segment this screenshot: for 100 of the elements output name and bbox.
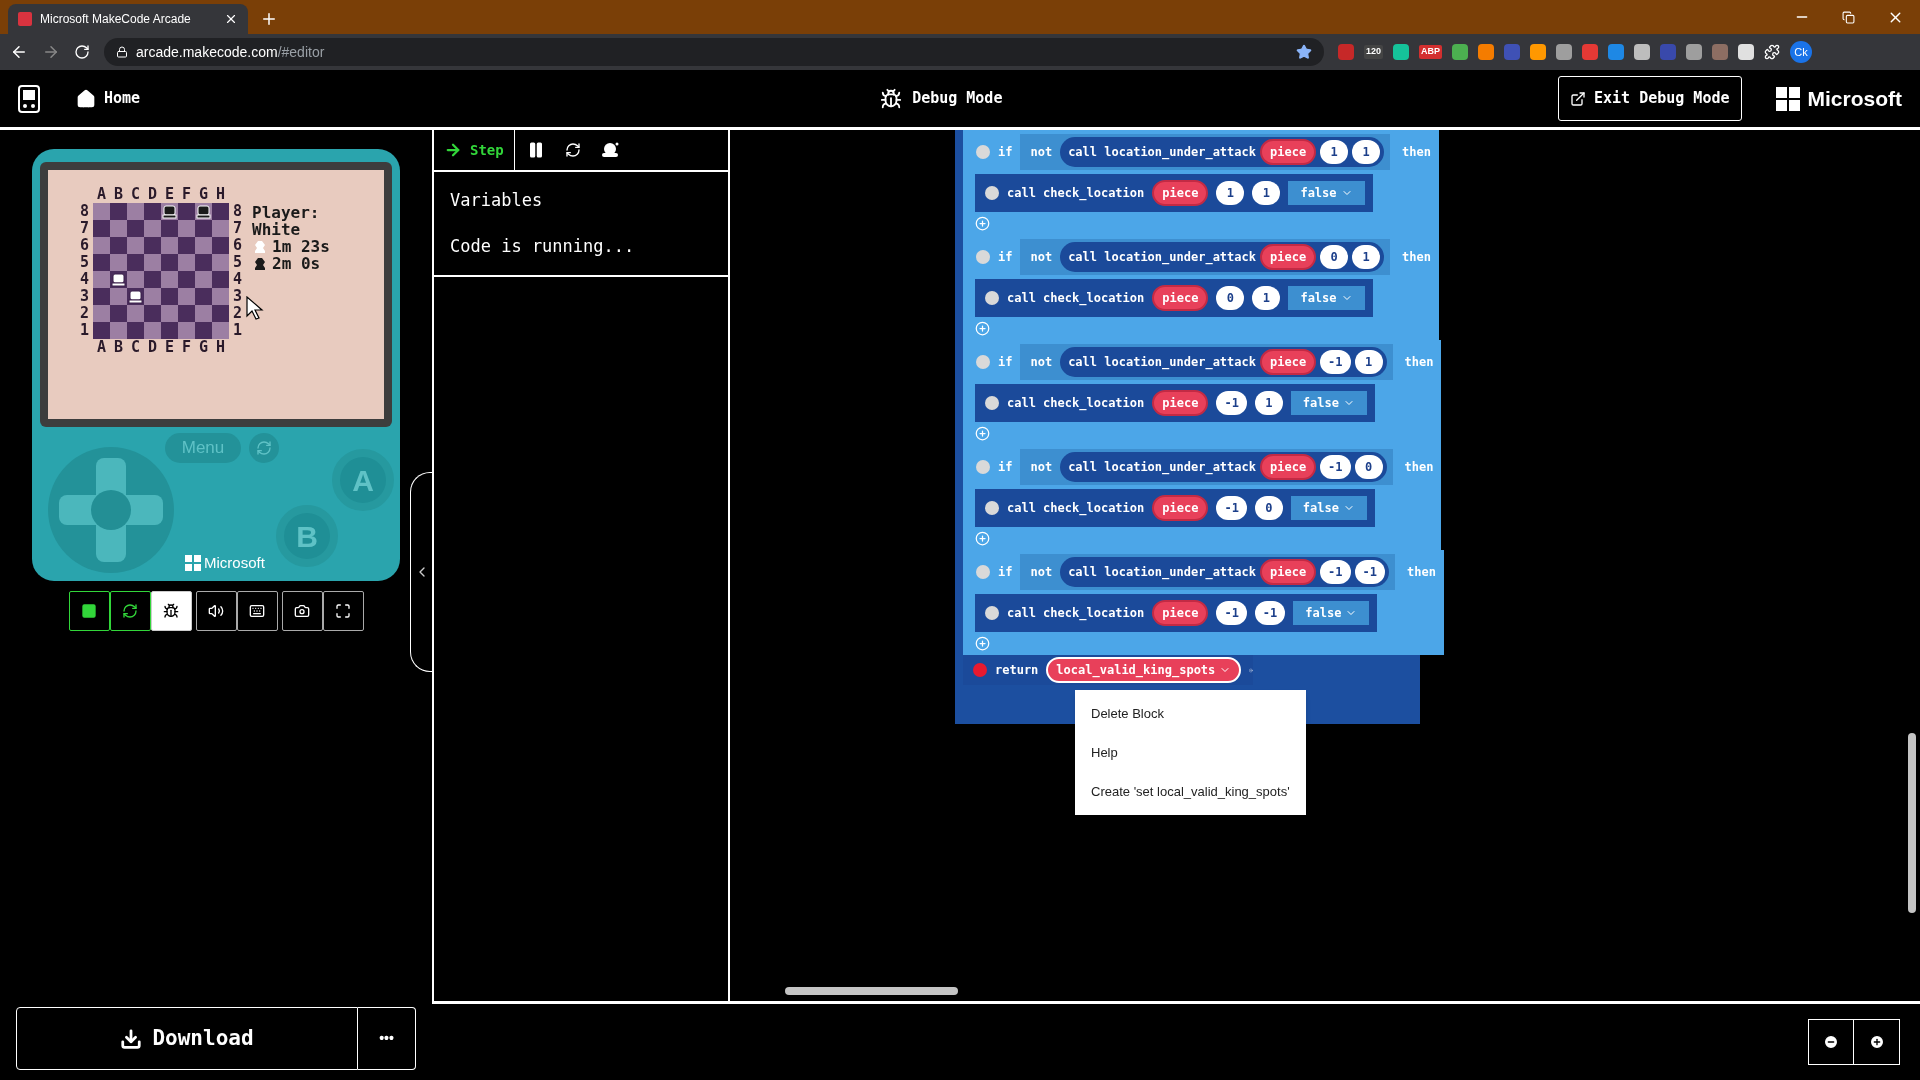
extension-badge[interactable]: 120 (1364, 45, 1384, 59)
number-field[interactable]: -1 (1354, 560, 1385, 584)
number-field[interactable]: 1 (1354, 350, 1383, 374)
collapse-handle[interactable] (410, 472, 432, 672)
step-button[interactable]: Step (434, 130, 515, 170)
number-field[interactable]: 1 (1320, 140, 1349, 164)
keyboard-button[interactable] (236, 591, 278, 631)
number-field[interactable]: 1 (1252, 181, 1281, 205)
more-button[interactable]: ••• (358, 1007, 416, 1070)
arcade-logo-icon[interactable] (18, 84, 40, 113)
variable-pill[interactable]: piece (1152, 180, 1209, 206)
add-icon[interactable] (975, 426, 990, 441)
browser-tab[interactable]: Microsoft MakeCode Arcade (8, 4, 248, 34)
function-call-block[interactable]: call location_under_attack piece -1 1 (1060, 347, 1387, 377)
fullscreen-button[interactable] (322, 591, 364, 631)
if-block[interactable]: if not call location_under_attack piece -1 0 then call check_location piece -1 0 false (963, 445, 1442, 550)
zoom-in-button[interactable] (1854, 1019, 1900, 1065)
reload-icon[interactable] (74, 44, 90, 60)
if-block[interactable]: if not call location_under_attack piece 0 1 then call check_location piece 0 1 false (963, 235, 1439, 340)
function-call-block[interactable]: call check_location piece 0 1 false (975, 279, 1373, 317)
extension-icon[interactable] (1634, 44, 1651, 60)
number-field[interactable]: 0 (1254, 496, 1283, 520)
if-block[interactable]: if not call location_under_attack piece -1 1 then call check_location piece -1 1 false (963, 340, 1442, 445)
not-block[interactable]: not call location_under_attack piece 0 1 (1020, 239, 1391, 275)
function-call-block[interactable]: call location_under_attack piece -1 0 (1060, 452, 1387, 482)
menu-item[interactable]: Delete Block (1075, 694, 1306, 733)
variable-pill[interactable]: piece (1152, 600, 1209, 626)
number-field[interactable]: -1 (1320, 350, 1351, 374)
restore-icon[interactable] (1842, 10, 1855, 24)
function-call-block[interactable]: call check_location piece -1 1 false (975, 384, 1375, 422)
restart-icon[interactable] (564, 142, 581, 158)
number-field[interactable]: -1 (1254, 601, 1286, 625)
if-block[interactable]: if not call location_under_attack piece 1 1 then call check_location piece 1 1 false (963, 130, 1439, 235)
profile-avatar[interactable]: Ck (1790, 41, 1813, 63)
number-field[interactable]: 1 (1216, 181, 1245, 205)
variable-pill[interactable]: piece (1260, 349, 1317, 375)
number-field[interactable]: -1 (1216, 391, 1247, 415)
not-block[interactable]: not call location_under_attack piece -1 -1 (1020, 554, 1395, 590)
function-call-block[interactable]: call location_under_attack piece -1 -1 (1060, 557, 1389, 587)
add-icon[interactable] (975, 636, 990, 651)
extension-icon[interactable] (1686, 44, 1703, 60)
number-field[interactable]: 1 (1352, 140, 1381, 164)
address-bar[interactable]: arcade.makecode.com/#editor (104, 38, 1324, 66)
not-block[interactable]: not call location_under_attack piece 1 1 (1020, 134, 1391, 170)
function-call-block[interactable]: call check_location piece 1 1 false (975, 174, 1373, 212)
variable-pill[interactable]: piece (1152, 495, 1209, 521)
menu-item[interactable]: Help (1075, 733, 1306, 772)
number-field[interactable]: 1 (1252, 286, 1281, 310)
function-call-block[interactable]: call check_location piece -1 -1 false (975, 594, 1378, 632)
horizontal-scrollbar[interactable] (785, 987, 958, 995)
bookmark-star-icon[interactable] (1296, 44, 1312, 60)
stop-button[interactable] (68, 591, 110, 631)
function-call-block[interactable]: call location_under_attack piece 1 1 (1060, 137, 1385, 167)
extension-icon[interactable] (1530, 44, 1547, 60)
number-field[interactable]: -1 (1320, 560, 1351, 584)
new-tab-icon[interactable] (260, 10, 278, 28)
extension-icon[interactable] (1478, 44, 1495, 60)
variable-pill[interactable]: piece (1260, 454, 1317, 480)
number-field[interactable]: 0 (1216, 286, 1245, 310)
variable-dropdown[interactable]: local_valid_king_spots (1046, 657, 1242, 683)
add-icon[interactable] (975, 321, 990, 336)
variable-pill[interactable]: piece (1260, 139, 1317, 165)
menu-item[interactable]: Create 'set local_valid_king_spots' (1075, 772, 1306, 811)
sound-button[interactable] (195, 591, 237, 631)
extension-icon[interactable] (1393, 44, 1410, 60)
home-button[interactable]: Home (76, 87, 141, 110)
debug-button[interactable] (150, 591, 192, 631)
number-field[interactable]: -1 (1216, 496, 1247, 520)
number-field[interactable]: -1 (1320, 455, 1351, 479)
extension-icon[interactable] (1556, 44, 1573, 60)
snail-icon[interactable] (600, 142, 619, 158)
zoom-out-button[interactable] (1808, 1019, 1854, 1065)
add-icon[interactable] (975, 531, 990, 546)
close-tab-icon[interactable] (224, 12, 238, 26)
variable-pill[interactable]: piece (1152, 285, 1209, 311)
number-field[interactable]: 1 (1352, 245, 1381, 269)
forward-icon[interactable] (42, 43, 60, 61)
extension-icon[interactable] (1738, 44, 1755, 60)
if-block[interactable]: if not call location_under_attack piece -1 -1 then call check_location piece -1 -1 false (963, 550, 1444, 655)
restart-button[interactable] (109, 591, 151, 631)
extensions-icon[interactable] (1764, 44, 1781, 60)
extension-badge[interactable]: ABP (1419, 45, 1443, 59)
variable-pill[interactable]: piece (1260, 244, 1317, 270)
variable-pill[interactable]: piece (1260, 559, 1317, 585)
function-call-block[interactable]: call check_location piece -1 0 false (975, 489, 1375, 527)
vertical-scrollbar[interactable] (1908, 733, 1916, 913)
extension-icon[interactable] (1452, 44, 1469, 60)
number-field[interactable]: 0 (1354, 455, 1383, 479)
screenshot-button[interactable] (281, 591, 323, 631)
variable-pill[interactable]: piece (1152, 390, 1209, 416)
number-field[interactable]: 1 (1254, 391, 1283, 415)
exit-debug-button[interactable]: Exit Debug Mode (1558, 76, 1742, 121)
function-call-block[interactable]: call location_under_attack piece 0 1 (1060, 242, 1385, 272)
return-block[interactable]: return local_valid_king_spots (963, 655, 1253, 685)
download-button[interactable]: Download (16, 1007, 358, 1070)
number-field[interactable]: 0 (1320, 245, 1349, 269)
add-icon[interactable] (975, 216, 990, 231)
number-field[interactable]: -1 (1216, 601, 1247, 625)
not-block[interactable]: not call location_under_attack piece -1 0 (1020, 449, 1393, 485)
back-icon[interactable] (10, 43, 28, 61)
